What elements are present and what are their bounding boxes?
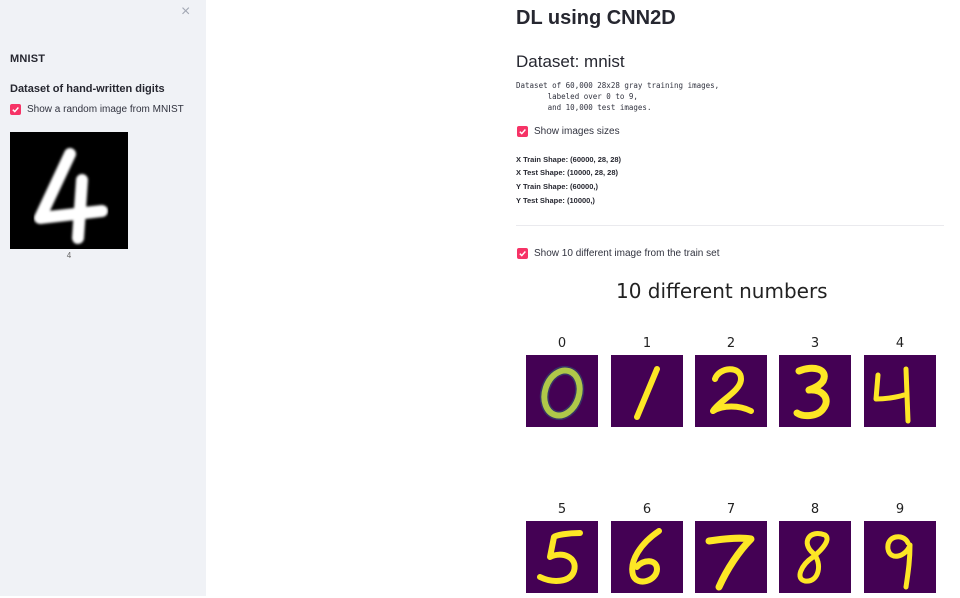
divider <box>516 225 944 226</box>
x-train-shape: X Train Shape: (60000, 28, 28) <box>516 155 622 164</box>
digit-label: 2 <box>726 336 736 351</box>
digit-image-0 <box>526 355 598 427</box>
digit-label: 9 <box>895 502 905 517</box>
show-sizes-checkbox[interactable]: Show images sizes <box>517 126 620 137</box>
digit-label: 7 <box>726 502 736 517</box>
dataset-header: Dataset: mnist <box>516 52 625 71</box>
sidebar-subtitle: Dataset of hand-written digits <box>10 83 165 95</box>
digit-label: 1 <box>642 336 652 351</box>
digit-image-1 <box>611 355 683 427</box>
digit-label: 8 <box>810 502 820 517</box>
checkbox-checked-icon <box>517 248 528 259</box>
digit-image-4 <box>864 355 936 427</box>
y-test-shape: Y Test Shape: (10000,) <box>516 196 595 205</box>
random-image-caption: 4 <box>66 251 72 260</box>
digit-label: 4 <box>895 336 905 351</box>
page-title: DL using CNN2D <box>516 7 676 29</box>
digit-image-2 <box>695 355 767 427</box>
digit-image-3 <box>779 355 851 427</box>
digit-image-6 <box>611 521 683 593</box>
sidebar-title: MNIST <box>10 53 46 65</box>
figure-title: 10 different numbers <box>616 279 828 303</box>
random-image-checkbox[interactable]: Show a random image from MNIST <box>10 104 184 115</box>
y-train-shape: Y Train Shape: (60000,) <box>516 182 598 191</box>
digit-label: 0 <box>557 336 567 351</box>
random-image-checkbox-label: Show a random image from MNIST <box>27 104 184 115</box>
show-ten-images-checkbox[interactable]: Show 10 different image from the train s… <box>517 248 719 259</box>
dataset-description: Dataset of 60,000 28x28 gray training im… <box>516 81 720 112</box>
show-sizes-checkbox-label: Show images sizes <box>534 126 620 137</box>
checkbox-checked-icon <box>10 104 21 115</box>
digit-label: 5 <box>557 502 567 517</box>
digit-image-9 <box>864 521 936 593</box>
show-ten-images-checkbox-label: Show 10 different image from the train s… <box>534 248 720 259</box>
digit-image-7 <box>695 521 767 593</box>
x-test-shape: X Test Shape: (10000, 28, 28) <box>516 168 618 177</box>
sidebar: × MNIST Dataset of hand-written digits S… <box>0 0 206 596</box>
digit-label: 3 <box>810 336 820 351</box>
random-mnist-image <box>10 132 128 249</box>
checkbox-checked-icon <box>517 126 528 137</box>
digit-image-5 <box>526 521 598 593</box>
close-sidebar-icon[interactable]: × <box>181 2 190 22</box>
digit-image-8 <box>779 521 851 593</box>
digit-label: 6 <box>642 502 652 517</box>
